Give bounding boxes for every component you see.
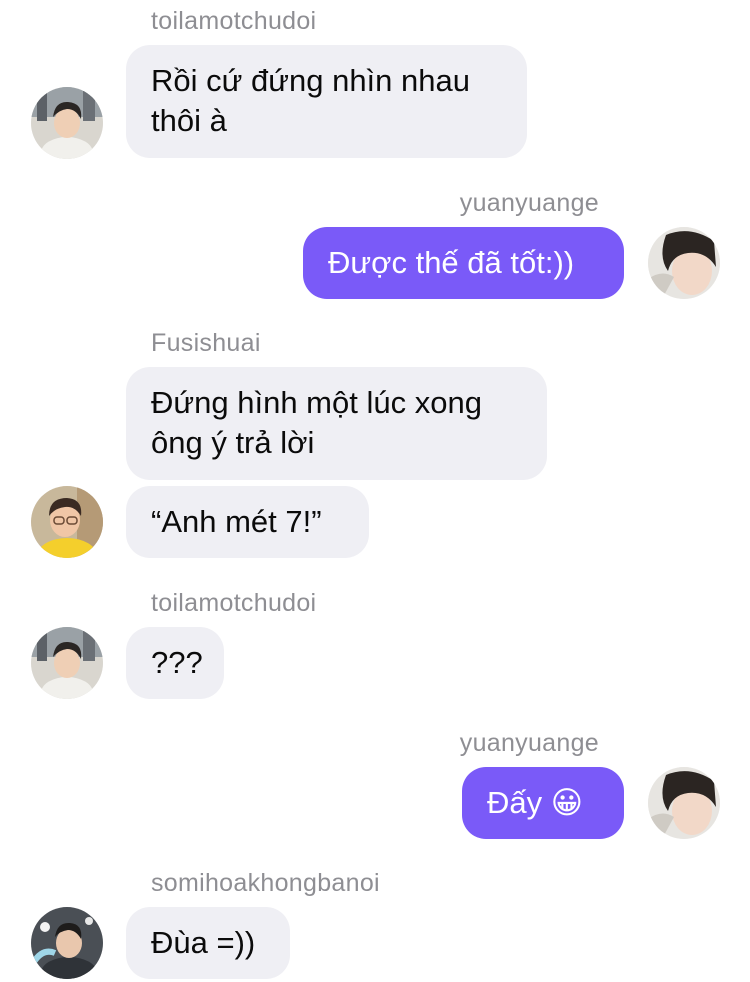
- message-bubble-incoming[interactable]: Rồi cứ đứng nhìn nhau thôi à: [126, 45, 527, 158]
- avatar-photo-icon: [648, 767, 720, 839]
- message-line: Đứng hình một lúc xong: [151, 385, 482, 420]
- avatar-photo-icon: [648, 227, 720, 299]
- avatar-photo-icon: [31, 486, 103, 558]
- avatar-yuanyuange[interactable]: [648, 227, 720, 299]
- avatar-fusishuai[interactable]: [31, 486, 103, 558]
- message-line: Rồi cứ đứng nhìn nhau: [151, 63, 470, 98]
- message-line: thôi à: [151, 103, 227, 138]
- message-line: ???: [151, 645, 203, 680]
- avatar-photo-icon: [31, 87, 103, 159]
- message-bubble-incoming[interactable]: Đứng hình một lúc xong ông ý trả lời: [126, 367, 547, 480]
- message-line: Đùa =)): [151, 925, 256, 960]
- avatar-photo-icon: [31, 627, 103, 699]
- message-bubble-incoming[interactable]: ???: [126, 627, 224, 699]
- message-line: Đấy 😀: [487, 785, 584, 820]
- avatar-photo-icon: [31, 907, 103, 979]
- message-bubble-incoming[interactable]: “Anh mét 7!”: [126, 486, 369, 558]
- sender-name: yuanyuange: [459, 729, 599, 757]
- message-line: ông ý trả lời: [151, 425, 315, 460]
- sender-name: somihoakhongbanoi: [151, 869, 380, 897]
- sender-name: toilamotchudoi: [151, 589, 317, 617]
- chat-thread: toilamotchudoi Rồi cứ đứng nhìn nhau thô…: [0, 0, 750, 982]
- message-bubble-outgoing[interactable]: Được thế đã tốt:)): [303, 227, 624, 299]
- sender-name: yuanyuange: [459, 189, 599, 217]
- message-line: “Anh mét 7!”: [151, 504, 322, 539]
- message-bubble-incoming[interactable]: Đùa =)): [126, 907, 290, 979]
- avatar-toilamotchudoi[interactable]: [31, 87, 103, 159]
- sender-name: Fusishuai: [151, 329, 261, 357]
- avatar-toilamotchudoi[interactable]: [31, 627, 103, 699]
- sender-name: toilamotchudoi: [151, 7, 317, 35]
- message-line: Được thế đã tốt:)): [328, 245, 575, 280]
- avatar-somihoakhongbanoi[interactable]: [31, 907, 103, 979]
- avatar-yuanyuange[interactable]: [648, 767, 720, 839]
- message-bubble-outgoing[interactable]: Đấy 😀: [462, 767, 624, 839]
